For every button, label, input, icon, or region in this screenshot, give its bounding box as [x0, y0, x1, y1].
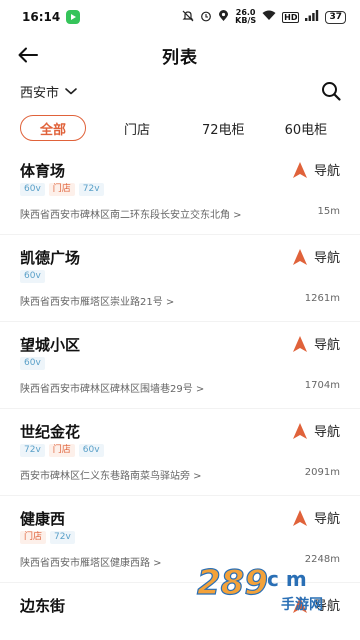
signal-icon	[305, 10, 319, 24]
svg-text:c m: c m	[267, 567, 307, 591]
station-address[interactable]: 陕西省西安市碑林区碑林区围墙巷29号 >	[20, 380, 204, 395]
navigate-button[interactable]: 导航	[292, 160, 340, 179]
station-address[interactable]: 陕西省西安市雁塔区健康西路 >	[20, 554, 162, 569]
navigate-button[interactable]: 导航	[292, 247, 340, 266]
navigation-arrow-icon	[292, 161, 307, 178]
tag-group: 门店 72v	[20, 531, 75, 544]
tag-group: 60v	[20, 270, 45, 283]
clock: 16:14	[22, 10, 61, 24]
tab-72-cabinet[interactable]: 72电柜	[202, 115, 245, 141]
tag-72v: 72v	[78, 183, 104, 196]
station-distance: 1261m	[304, 293, 340, 304]
navigate-label: 导航	[313, 512, 340, 527]
navigate-label: 导航	[313, 338, 340, 353]
list-item[interactable]: 体育场 导航 60v 门店 72v 陕西省西安市碑林区南二环东段长安立交东北角 …	[0, 148, 360, 235]
navigation-arrow-icon	[292, 422, 307, 439]
station-distance: 15m	[317, 206, 340, 217]
alarm-icon	[200, 10, 212, 25]
navigate-button[interactable]: 导航	[292, 421, 340, 440]
navigation-arrow-icon	[292, 335, 307, 352]
tag-72v: 72v	[20, 444, 45, 457]
status-bar: 16:14 26.0 KB/S HD 37	[0, 0, 360, 34]
city-filter-row: 西安市	[0, 76, 360, 106]
station-name: 望城小区	[20, 336, 81, 354]
tag-store: 门店	[20, 531, 47, 544]
app-notification-icon	[66, 10, 81, 24]
tag-group: 60v 门店 72v	[20, 183, 104, 196]
list-item[interactable]: 凯德广场 导航 60v 陕西省西安市雁塔区崇业路21号 > 1261m	[0, 235, 360, 322]
tag-store: 门店	[48, 444, 75, 457]
tag-60v: 60v	[20, 357, 45, 370]
city-selector[interactable]: 西安市	[20, 82, 59, 101]
network-speed-unit: KB/S	[235, 16, 257, 25]
list-item[interactable]: 世纪金花 导航 72v 门店 60v 西安市碑林区仁义东巷路南菜鸟驿站旁 > 2…	[0, 409, 360, 496]
hd-signal-label: HD	[282, 11, 300, 23]
svg-text:289: 289	[197, 563, 268, 603]
station-distance: 1704m	[304, 380, 340, 391]
watermark-logo: 289 c m 手游网	[196, 562, 323, 612]
tab-all[interactable]: 全部	[20, 115, 86, 141]
tag-group: 72v 门店 60v	[20, 444, 104, 457]
category-tabs: 全部 门店 72电柜 60电柜	[0, 113, 360, 143]
tag-60v: 60v	[78, 444, 104, 457]
tab-store[interactable]: 门店	[124, 115, 150, 141]
navigation-arrow-icon	[292, 509, 307, 526]
svg-text:手游网: 手游网	[281, 596, 323, 612]
navigate-label: 导航	[313, 164, 340, 179]
station-address[interactable]: 陕西省西安市雁塔区崇业路21号 >	[20, 293, 174, 308]
tag-60v: 60v	[20, 183, 45, 196]
back-button[interactable]	[18, 42, 46, 68]
station-name: 边东街	[20, 597, 66, 615]
list-item[interactable]: 望城小区 导航 60v 陕西省西安市碑林区碑林区围墙巷29号 > 1704m	[0, 322, 360, 409]
tab-60-cabinet[interactable]: 60电柜	[285, 115, 328, 141]
tag-60v: 60v	[20, 270, 45, 283]
station-address[interactable]: 陕西省西安市碑林区南二环东段长安立交东北角 >	[20, 206, 242, 221]
navigate-button[interactable]: 导航	[292, 508, 340, 527]
mute-icon	[182, 10, 194, 25]
navigate-button[interactable]: 导航	[292, 334, 340, 353]
wifi-icon	[262, 10, 276, 24]
chevron-down-icon[interactable]	[64, 86, 78, 96]
page-title: 列表	[162, 47, 198, 68]
station-distance: 2091m	[304, 467, 340, 478]
search-icon[interactable]	[320, 80, 342, 102]
station-address[interactable]: 西安市碑林区仁义东巷路南菜鸟驿站旁 >	[20, 467, 202, 482]
station-name: 健康西	[20, 510, 66, 528]
location-icon	[218, 9, 229, 25]
app-header: 列表	[0, 34, 360, 76]
battery-indicator: 37	[325, 10, 346, 24]
tag-72v: 72v	[50, 531, 75, 544]
station-name: 体育场	[20, 162, 66, 180]
tag-group: 60v	[20, 357, 45, 370]
navigate-label: 导航	[313, 251, 340, 266]
network-speed: 26.0 KB/S	[235, 9, 256, 25]
station-name: 凯德广场	[20, 249, 81, 267]
navigation-arrow-icon	[292, 248, 307, 265]
station-name: 世纪金花	[20, 423, 81, 441]
back-arrow-icon	[18, 47, 38, 63]
navigate-label: 导航	[313, 425, 340, 440]
status-icons: 26.0 KB/S HD 37	[182, 9, 346, 25]
tag-store: 门店	[48, 183, 75, 196]
